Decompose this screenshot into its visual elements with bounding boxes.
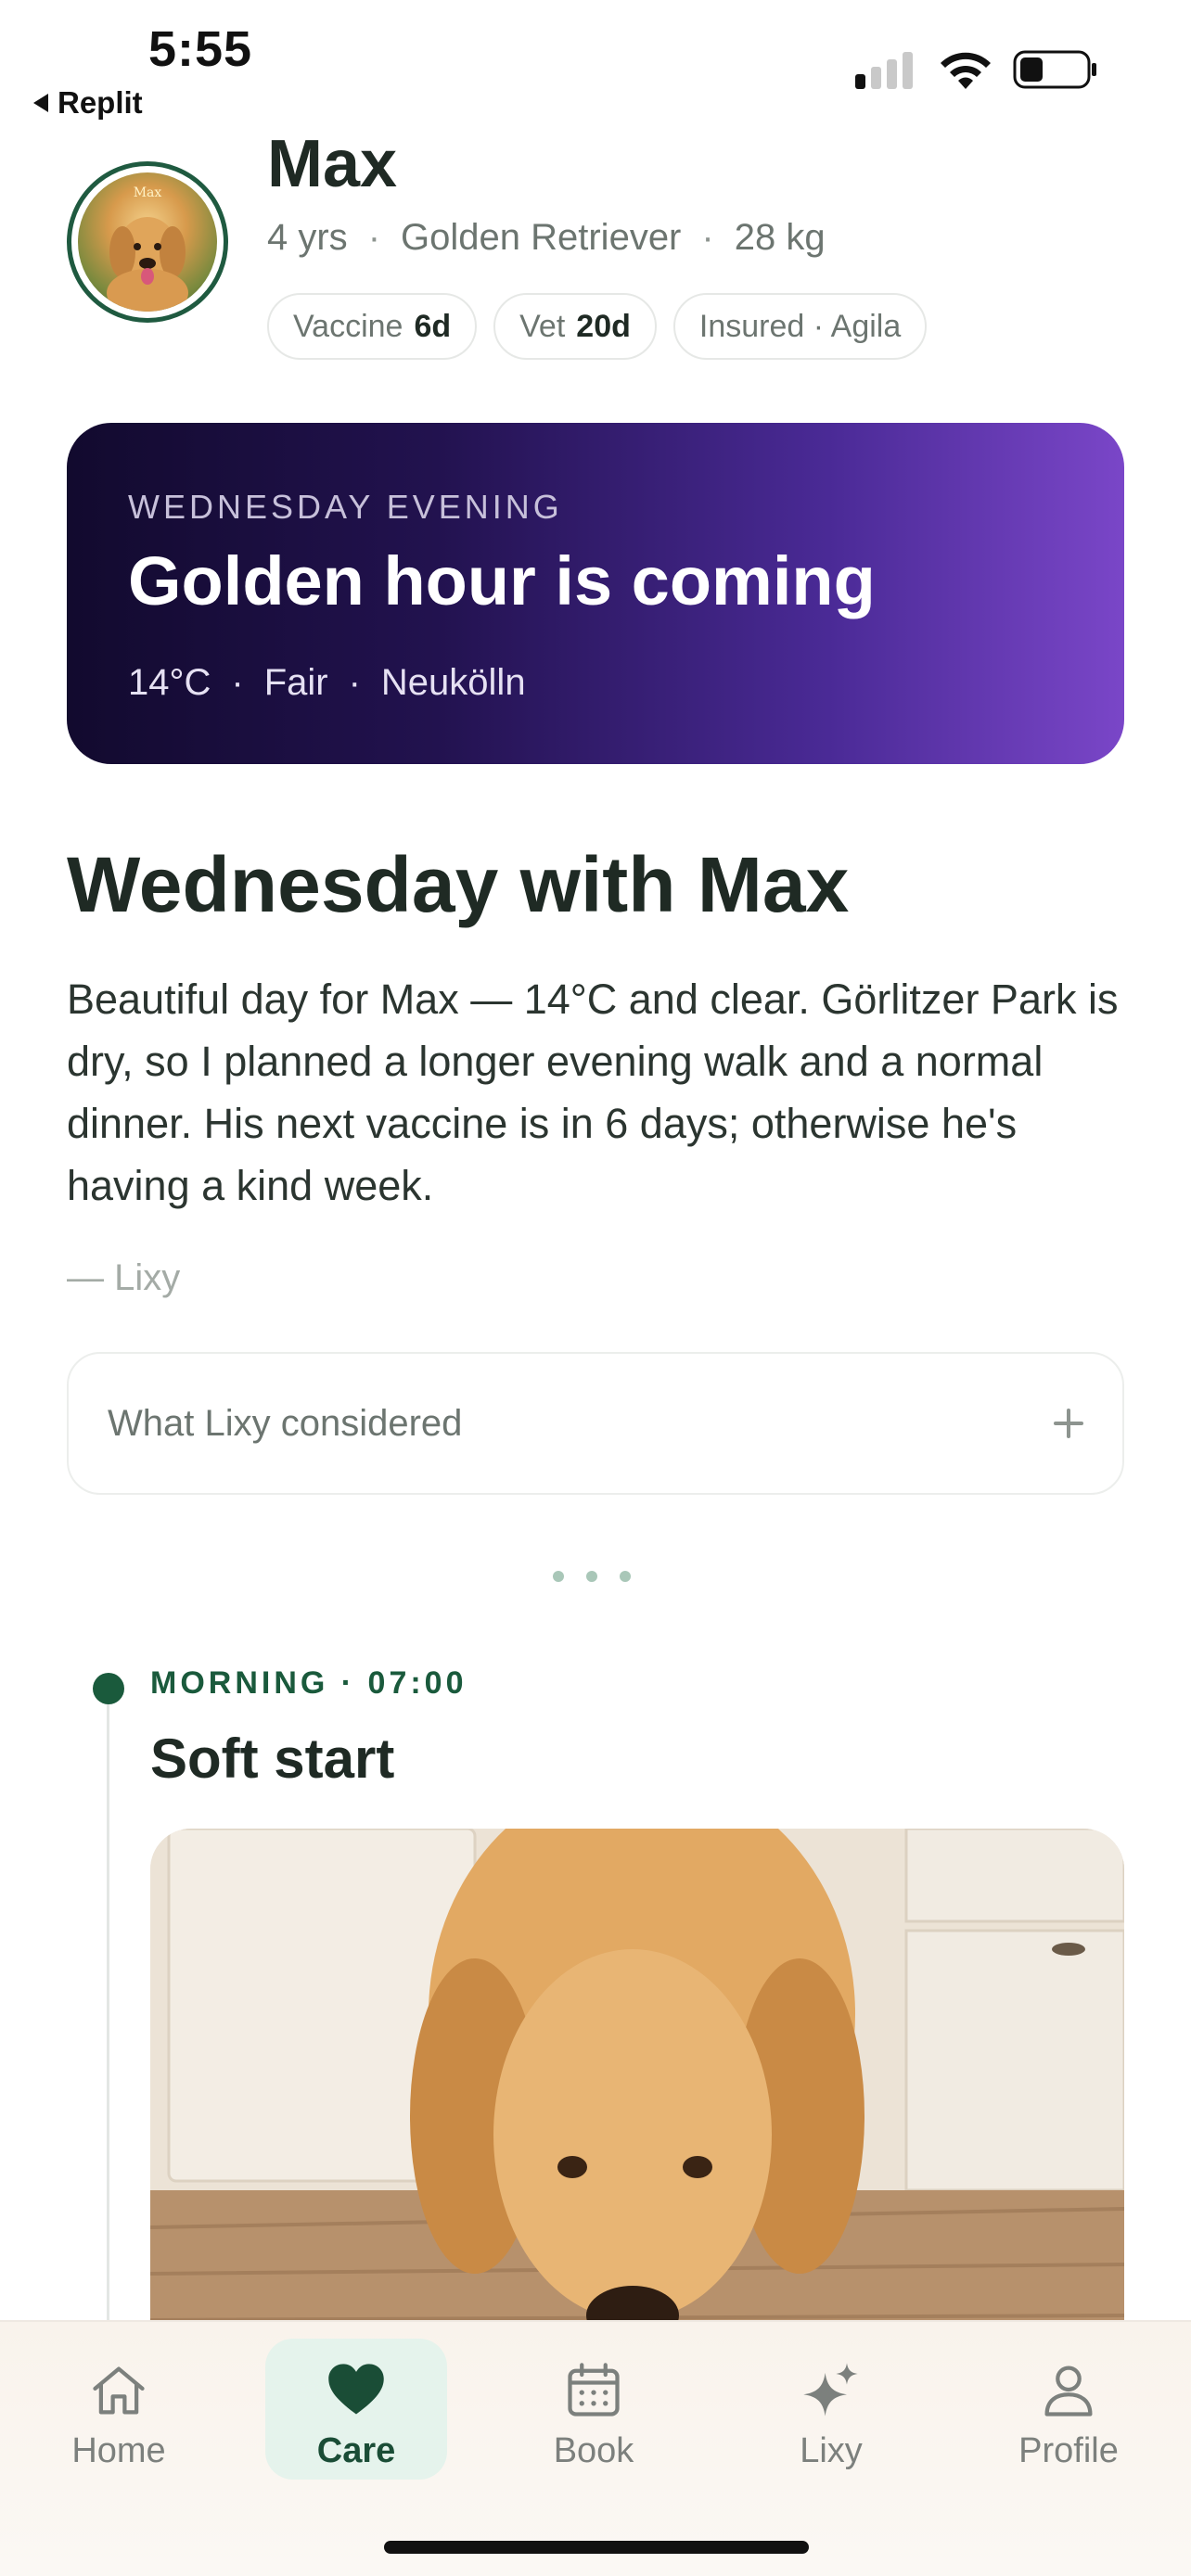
home-indicator[interactable] — [384, 2541, 809, 2554]
vet-chip[interactable]: Vet 20d — [493, 293, 657, 360]
pet-age: 4 yrs — [267, 217, 348, 258]
pet-weight: 28 kg — [734, 217, 826, 258]
tab-book[interactable]: Book — [503, 2339, 685, 2480]
tab-lixy[interactable]: Lixy — [740, 2339, 922, 2480]
cellular-signal-icon — [855, 48, 913, 89]
status-chips: Vaccine 6d Vet 20d Insured · Agila — [267, 293, 928, 360]
tab-profile[interactable]: Profile — [978, 2339, 1159, 2480]
home-icon — [93, 2366, 145, 2415]
hero-weather: 14°C · Fair · Neukölln — [128, 662, 526, 704]
pet-name: Max — [267, 127, 398, 201]
person-icon — [1044, 2366, 1093, 2417]
status-time: 5:55 — [148, 21, 253, 77]
tab-label: Profile — [1018, 2431, 1119, 2470]
tab-label: Home — [71, 2431, 166, 2470]
day-summary: Beautiful day for Max — 14°C and clear. … — [67, 976, 1119, 1209]
pet-breed: Golden Retriever — [401, 217, 682, 258]
back-arrow-icon — [33, 94, 48, 112]
timeline-line — [107, 1702, 109, 2352]
tab-label: Lixy — [800, 2431, 863, 2470]
battery-icon — [1013, 50, 1096, 89]
heart-icon — [328, 2364, 384, 2415]
evening-hero-card[interactable]: WEDNESDAY EVENING Golden hour is coming … — [67, 423, 1124, 764]
timeline-dot — [93, 1673, 124, 1704]
separator-dot: · — [348, 662, 361, 703]
chip-value: 6d — [414, 308, 452, 344]
hero-eyebrow: WEDNESDAY EVENING — [128, 488, 563, 526]
hero-condition: Fair — [263, 662, 328, 703]
tab-label: Book — [553, 2431, 634, 2470]
chip-label: Vaccine — [293, 308, 403, 344]
pet-details: 4 yrs · Golden Retriever · 28 kg — [267, 217, 826, 259]
insurance-chip[interactable]: Insured · Agila — [672, 293, 928, 360]
hero-temperature: 14°C — [128, 662, 211, 703]
wifi-icon — [941, 52, 991, 89]
back-app-label: Replit — [58, 85, 143, 120]
dog-eating-photo — [150, 1829, 1124, 2348]
calendar-icon — [568, 2363, 620, 2417]
separator-dot: · — [231, 662, 244, 703]
status-bar: 5:55 Replit — [0, 0, 1191, 130]
sparkle-icon — [803, 2363, 858, 2417]
hero-location: Neukölln — [380, 662, 526, 703]
back-to-app-button[interactable]: Replit — [33, 85, 143, 121]
tab-label: Care — [316, 2431, 396, 2470]
timeline-eyebrow: MORNING · 07:00 — [150, 1665, 467, 1701]
vaccine-chip[interactable]: Vaccine 6d — [267, 293, 478, 360]
timeline-title: Soft start — [150, 1728, 395, 1790]
chip-value: 20d — [576, 308, 631, 344]
separator-dot: · — [367, 217, 381, 258]
tab-home[interactable]: Home — [28, 2339, 210, 2480]
what-lixy-considered-expander[interactable]: What Lixy considered — [67, 1352, 1124, 1495]
signature: — Lixy — [67, 1257, 181, 1298]
separator-dot: · — [701, 217, 714, 258]
bottom-tab-bar: Home Care Book Lixy Profile — [0, 2320, 1191, 2576]
section-divider-dots — [553, 1571, 631, 1582]
hero-title: Golden hour is coming — [128, 542, 876, 619]
dog-avatar-photo: Max — [78, 172, 217, 312]
tab-care[interactable]: Care — [265, 2339, 447, 2480]
plus-icon — [1054, 1409, 1083, 1438]
considered-label: What Lixy considered — [108, 1402, 463, 1444]
pet-avatar[interactable]: Max — [67, 161, 228, 323]
day-title: Wednesday with Max — [67, 841, 850, 928]
chip-label: Insured · Agila — [698, 308, 902, 344]
chip-label: Vet — [519, 308, 566, 344]
